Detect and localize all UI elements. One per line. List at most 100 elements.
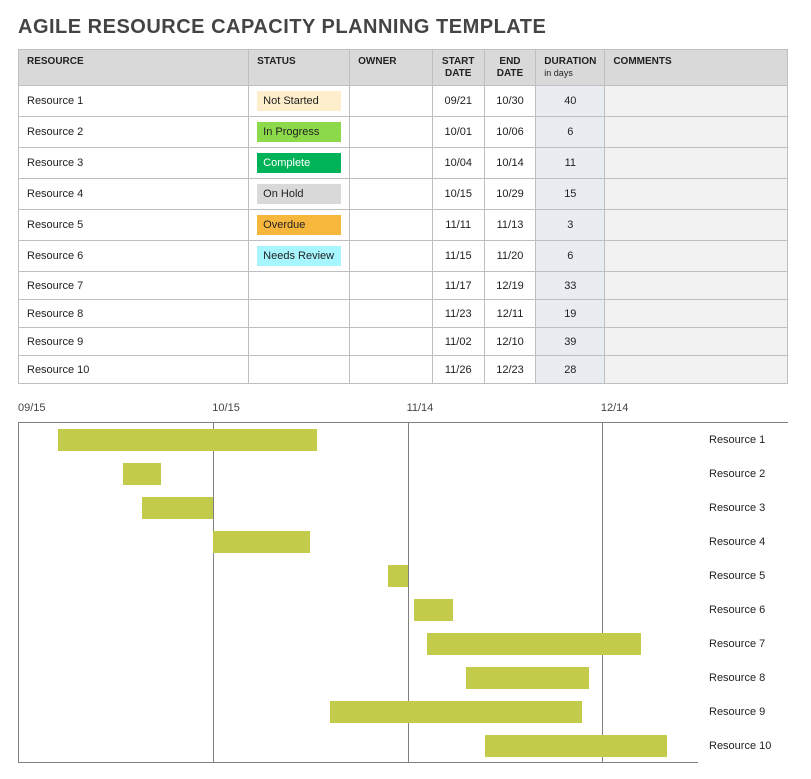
cell-comments xyxy=(605,179,788,210)
cell-duration: 28 xyxy=(536,356,605,384)
cell-duration: 19 xyxy=(536,300,605,328)
page-title: AGILE RESOURCE CAPACITY PLANNING TEMPLAT… xyxy=(18,16,793,39)
cell-start: 10/15 xyxy=(432,179,484,210)
cell-owner xyxy=(350,86,433,117)
status-badge: Overdue xyxy=(257,215,341,235)
gantt-row-label: Resource 5 xyxy=(709,570,765,582)
gantt-row-label: Resource 1 xyxy=(709,434,765,446)
gantt-row: Resource 10 xyxy=(19,729,698,763)
cell-status: On Hold xyxy=(249,179,350,210)
cell-end: 10/30 xyxy=(484,86,536,117)
cell-duration: 40 xyxy=(536,86,605,117)
gantt-plot: Resource 1Resource 2Resource 3Resource 4… xyxy=(18,423,698,763)
cell-status xyxy=(249,300,350,328)
gantt-bar xyxy=(142,497,213,519)
gantt-bar xyxy=(58,429,317,451)
cell-owner xyxy=(350,117,433,148)
col-owner: OWNER xyxy=(350,50,433,86)
cell-resource: Resource 2 xyxy=(19,117,249,148)
gantt-row: Resource 4 xyxy=(19,525,698,559)
cell-comments xyxy=(605,241,788,272)
cell-owner xyxy=(350,148,433,179)
gantt-row-label: Resource 3 xyxy=(709,502,765,514)
table-row: Resource 711/1712/1933 xyxy=(19,272,788,300)
table-row: Resource 3Complete10/0410/1411 xyxy=(19,148,788,179)
cell-owner xyxy=(350,356,433,384)
table-row: Resource 811/2312/1119 xyxy=(19,300,788,328)
table-header-row: RESOURCE STATUS OWNER START DATE END DAT… xyxy=(19,50,788,86)
cell-end: 10/14 xyxy=(484,148,536,179)
col-end: END DATE xyxy=(484,50,536,86)
gantt-tick-label: 12/14 xyxy=(601,402,629,414)
status-badge: Not Started xyxy=(257,91,341,111)
cell-resource: Resource 9 xyxy=(19,328,249,356)
gantt-bar xyxy=(414,599,453,621)
col-duration-label: DURATION xyxy=(544,56,596,67)
table-row: Resource 911/0212/1039 xyxy=(19,328,788,356)
status-badge: Needs Review xyxy=(257,246,341,266)
col-status: STATUS xyxy=(249,50,350,86)
col-resource: RESOURCE xyxy=(19,50,249,86)
cell-comments xyxy=(605,148,788,179)
gantt-bar xyxy=(123,463,162,485)
gantt-row-label: Resource 8 xyxy=(709,672,765,684)
gantt-row: Resource 3 xyxy=(19,491,698,525)
table-row: Resource 1 Not Started 09/2110/3040 xyxy=(19,86,788,117)
cell-resource: Resource 6 xyxy=(19,241,249,272)
cell-resource: Resource 4 xyxy=(19,179,249,210)
cell-resource: Resource 3 xyxy=(19,148,249,179)
cell-status: In Progress xyxy=(249,117,350,148)
table-row: Resource 1011/2612/2328 xyxy=(19,356,788,384)
cell-comments xyxy=(605,300,788,328)
cell-end: 12/23 xyxy=(484,356,536,384)
cell-duration: 11 xyxy=(536,148,605,179)
cell-status: Overdue xyxy=(249,210,350,241)
cell-resource: Resource 1 xyxy=(19,86,249,117)
cell-comments xyxy=(605,272,788,300)
cell-duration: 15 xyxy=(536,179,605,210)
cell-comments xyxy=(605,86,788,117)
cell-status: Needs Review xyxy=(249,241,350,272)
cell-end: 11/13 xyxy=(484,210,536,241)
cell-end: 12/19 xyxy=(484,272,536,300)
gantt-bar xyxy=(485,735,666,757)
gantt-tick-label: 11/14 xyxy=(407,402,434,414)
gantt-chart: 09/1510/1511/1412/14 Resource 1Resource … xyxy=(18,402,788,763)
cell-duration: 6 xyxy=(536,241,605,272)
cell-end: 12/11 xyxy=(484,300,536,328)
cell-start: 11/17 xyxy=(432,272,484,300)
cell-status xyxy=(249,328,350,356)
table-row: Resource 4On Hold10/1510/2915 xyxy=(19,179,788,210)
cell-start: 10/01 xyxy=(432,117,484,148)
cell-start: 09/21 xyxy=(432,86,484,117)
cell-status xyxy=(249,356,350,384)
cell-end: 10/06 xyxy=(484,117,536,148)
gantt-row: Resource 8 xyxy=(19,661,698,695)
cell-owner xyxy=(350,241,433,272)
gantt-row: Resource 9 xyxy=(19,695,698,729)
cell-duration: 6 xyxy=(536,117,605,148)
gantt-row-label: Resource 7 xyxy=(709,638,765,650)
cell-status: Not Started xyxy=(249,86,350,117)
gantt-row: Resource 7 xyxy=(19,627,698,661)
cell-duration: 3 xyxy=(536,210,605,241)
col-comments: COMMENTS xyxy=(605,50,788,86)
gantt-bar xyxy=(330,701,583,723)
cell-status: Complete xyxy=(249,148,350,179)
resource-table: RESOURCE STATUS OWNER START DATE END DAT… xyxy=(18,49,788,384)
gantt-row: Resource 2 xyxy=(19,457,698,491)
gantt-row-label: Resource 2 xyxy=(709,468,765,480)
table-row: Resource 6Needs Review11/1511/206 xyxy=(19,241,788,272)
cell-resource: Resource 5 xyxy=(19,210,249,241)
cell-duration: 39 xyxy=(536,328,605,356)
cell-start: 11/11 xyxy=(432,210,484,241)
gantt-tick-label: 10/15 xyxy=(212,402,240,414)
cell-owner xyxy=(350,272,433,300)
gantt-row-label: Resource 6 xyxy=(709,604,765,616)
gantt-bar xyxy=(213,531,310,553)
cell-duration: 33 xyxy=(536,272,605,300)
cell-start: 11/23 xyxy=(432,300,484,328)
cell-resource: Resource 10 xyxy=(19,356,249,384)
cell-comments xyxy=(605,328,788,356)
cell-end: 12/10 xyxy=(484,328,536,356)
